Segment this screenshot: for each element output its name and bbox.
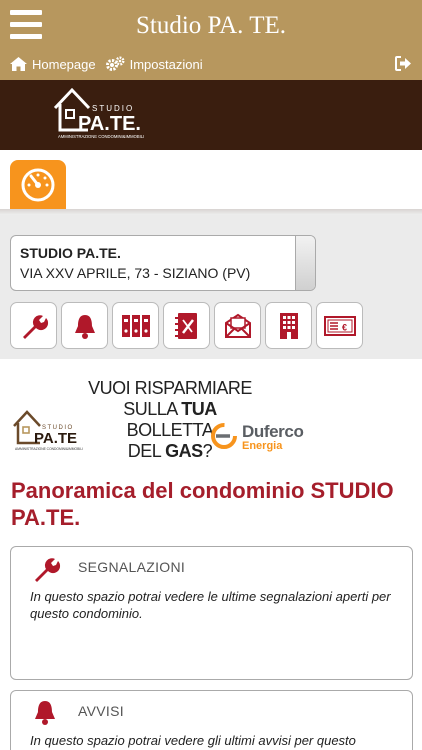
promo-line-1: VUOI RISPARMIARE [88, 378, 252, 398]
home-icon [10, 57, 27, 71]
top-nav: Homepage Impostazioni [10, 56, 213, 72]
card-title: AVVISI [78, 703, 124, 719]
gears-icon [105, 56, 125, 71]
bell-icon [35, 701, 55, 725]
svg-text:STUDIO: STUDIO [92, 104, 134, 113]
condominium-select[interactable]: STUDIO PA.TE. VIA XXV APRILE, 73 - SIZIA… [10, 235, 316, 291]
building-button[interactable] [265, 302, 312, 349]
notices-button[interactable] [61, 302, 108, 349]
tab-dashboard[interactable] [10, 160, 66, 212]
duferco-logo-icon [211, 423, 237, 449]
homepage-label: Homepage [32, 56, 96, 72]
binders-icon [121, 314, 150, 337]
sign-out-icon [395, 56, 411, 71]
communications-button[interactable] [214, 302, 261, 349]
condominium-address: VIA XXV APRILE, 73 - SIZIANO (PV) [20, 265, 251, 281]
building-icon [279, 312, 298, 339]
energia-brand: Energia [242, 440, 283, 452]
svg-text:PA.TE.: PA.TE. [78, 113, 141, 135]
reports-button[interactable] [10, 302, 57, 349]
card-body: In questo spazio potrai vedere gli ultim… [30, 733, 356, 748]
envelope-document-icon [224, 313, 251, 338]
homepage-link[interactable]: Homepage [10, 57, 96, 72]
select-handle[interactable] [295, 236, 315, 290]
svg-text:PA.TE: PA.TE [34, 430, 77, 447]
speedometer-icon [21, 168, 55, 202]
notebook-tools-icon [174, 312, 197, 339]
app-title: Studio PA. TE. [135, 12, 287, 39]
card-body: In questo spazio potrai vedere le ultime… [30, 589, 391, 621]
page-title: Panoramica del condominio STUDIO PA.TE. [11, 478, 394, 530]
svg-text:AMMINISTRAZIONE CONDOMINI&IMMO: AMMINISTRAZIONE CONDOMINI&IMMOBILI [58, 134, 144, 139]
bell-icon [74, 314, 95, 339]
settings-label: Impostazioni [129, 56, 203, 72]
section-icon-bar: € [10, 302, 367, 349]
reports-card[interactable]: SEGNALAZIONI In questo spazio potrai ved… [10, 546, 413, 680]
settings-link[interactable]: Impostazioni [105, 56, 203, 72]
payments-button[interactable]: € [316, 302, 363, 349]
promo-logo-pate: STUDIO PA.TE AMMINISTRAZIONE CONDOMINI&I… [13, 410, 83, 451]
wrench-icon [35, 558, 61, 582]
brand-banner: STUDIO PA.TE. AMMINISTRAZIONE CONDOMINI&… [0, 80, 422, 150]
euro-banknote-icon: € [323, 315, 356, 336]
logout-button[interactable] [395, 56, 412, 76]
top-bar: Studio PA. TE. Homepage Impostazioni [0, 0, 422, 80]
studio-pate-logo: STUDIO PA.TE. AMMINISTRAZIONE CONDOMINI&… [53, 87, 144, 139]
tab-strip [0, 150, 422, 212]
documents-button[interactable] [112, 302, 159, 349]
condominium-name: STUDIO PA.TE. [20, 245, 121, 261]
svg-text:€: € [342, 322, 347, 332]
wrench-icon [22, 314, 48, 339]
duferco-brand: Duferco [242, 422, 304, 441]
promo-banner[interactable]: STUDIO PA.TE AMMINISTRAZIONE CONDOMINI&I… [0, 370, 422, 461]
notices-card[interactable]: AVVISI In questo spazio potrai vedere gl… [10, 690, 413, 750]
card-title: SEGNALAZIONI [78, 559, 186, 575]
maintenance-log-button[interactable] [163, 302, 210, 349]
svg-text:AMMINISTRAZIONE CONDOMINI&IMMO: AMMINISTRAZIONE CONDOMINI&IMMOBILI [15, 447, 83, 451]
condominium-panel: STUDIO PA.TE. VIA XXV APRILE, 73 - SIZIA… [0, 215, 422, 359]
